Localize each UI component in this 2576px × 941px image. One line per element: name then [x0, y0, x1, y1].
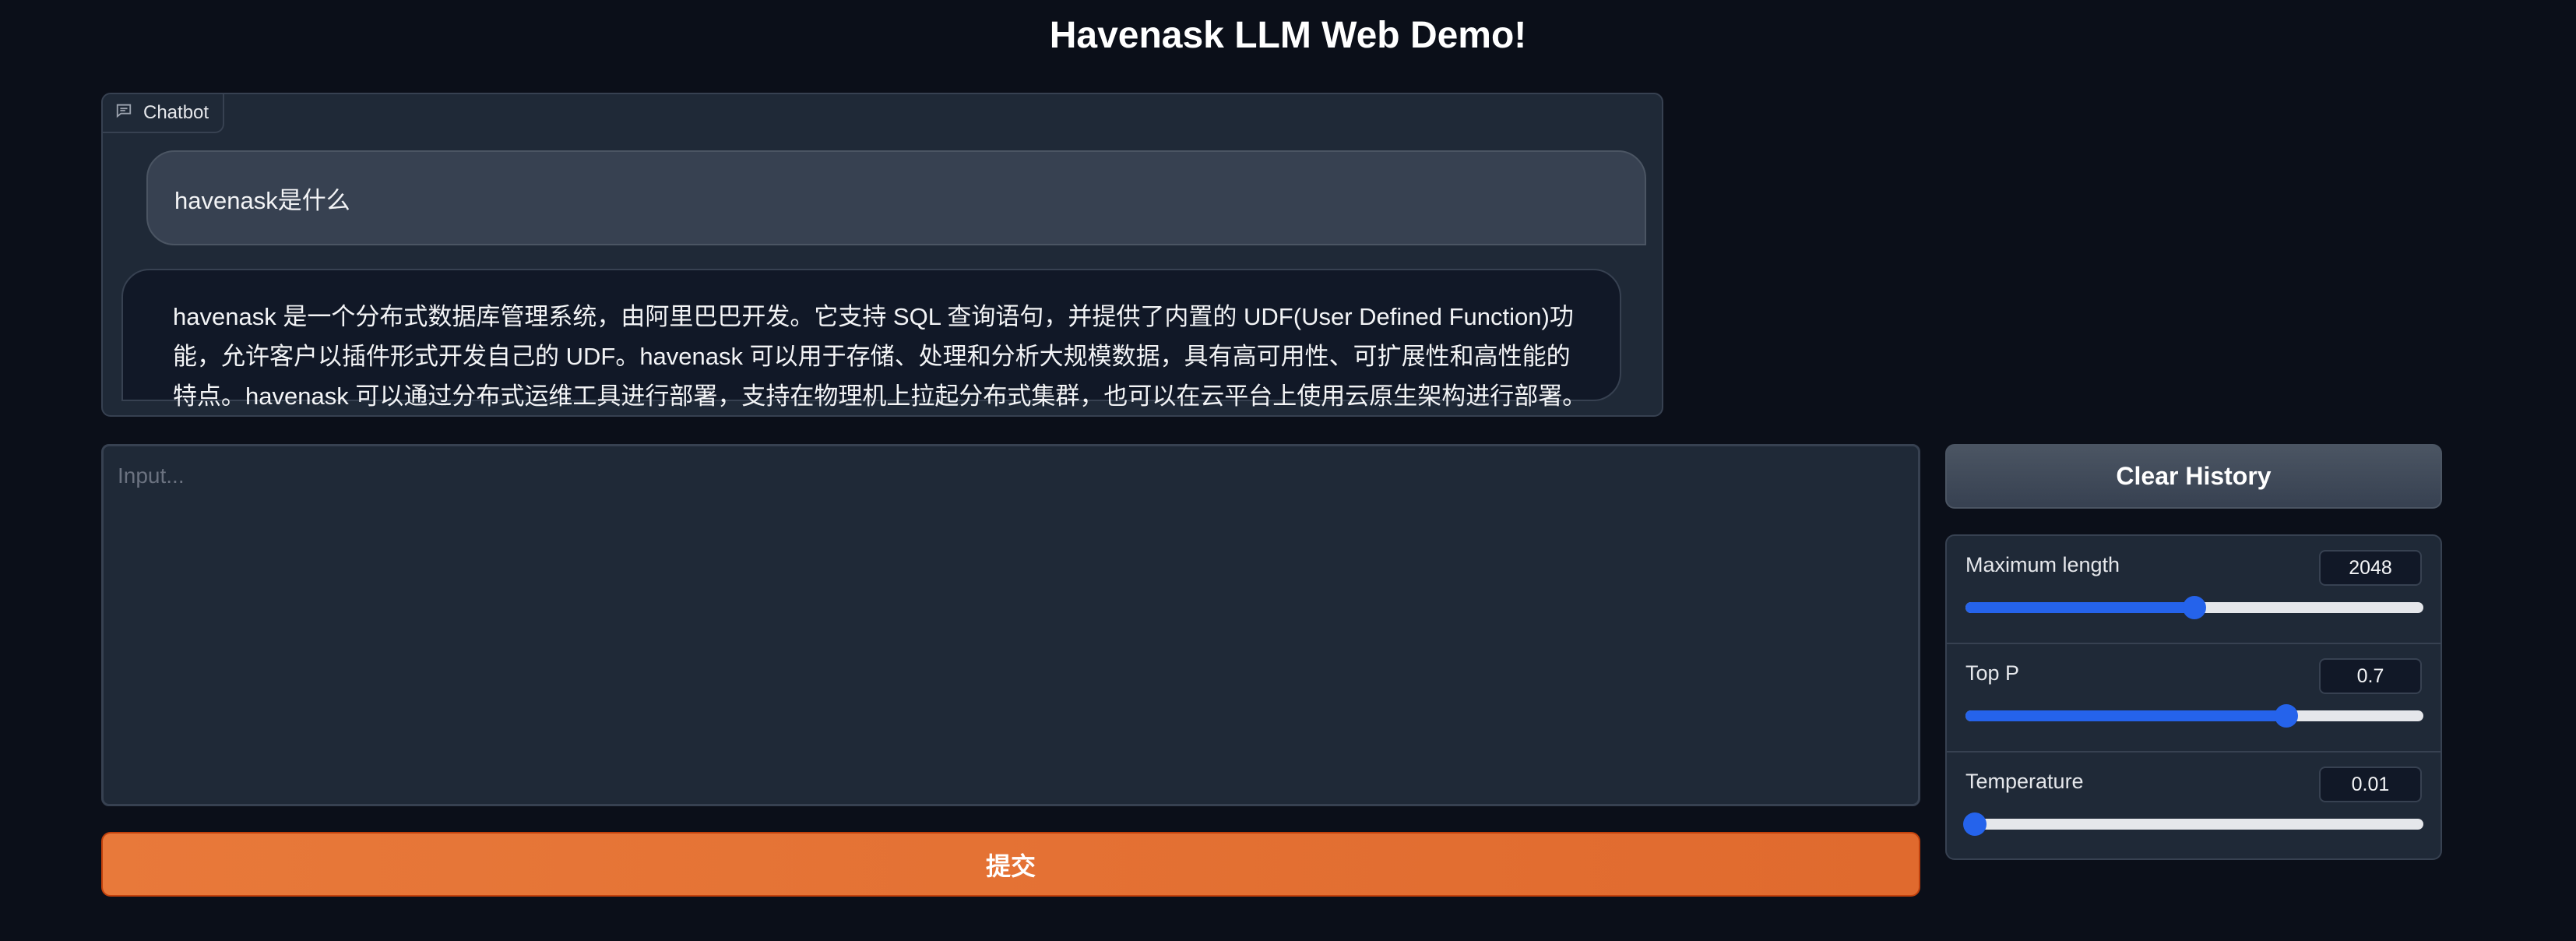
slider-thumb[interactable]	[1962, 812, 1987, 836]
bot-message: havenask 是一个分布式数据库管理系统，由阿里巴巴开发。它支持 SQL 查…	[121, 269, 1621, 410]
chatbot-label: Chatbot	[103, 94, 225, 133]
top-p-value[interactable]: 0.7	[2319, 658, 2422, 694]
clear-history-button[interactable]: Clear History	[1945, 444, 2442, 509]
chat-bubble-icon	[115, 102, 132, 125]
temperature-label: Temperature	[1965, 770, 2084, 793]
user-message: havenask是什么	[146, 150, 1646, 245]
app-page: Havenask LLM Web Demo! Chatbot havenask是…	[0, 0, 2576, 941]
slider-thumb[interactable]	[2274, 704, 2298, 728]
max-length-slider[interactable]	[1965, 596, 2423, 619]
temperature-slider[interactable]	[1962, 812, 2423, 836]
submit-button[interactable]: 提交	[101, 832, 1920, 897]
top-p-label: Top P	[1965, 661, 2020, 685]
max-length-setting: Maximum length 2048	[1947, 536, 2441, 644]
slider-thumb[interactable]	[2183, 596, 2206, 619]
chatbot-panel: Chatbot havenask是什么 havenask 是一个分布式数据库管理…	[101, 93, 1663, 417]
top-p-slider[interactable]	[1965, 704, 2423, 728]
page-title: Havenask LLM Web Demo!	[1049, 15, 1527, 56]
top-p-setting: Top P 0.7	[1947, 644, 2441, 752]
generation-settings-panel: Maximum length 2048 Top P 0.7 Temperatur…	[1945, 534, 2442, 860]
temperature-value[interactable]: 0.01	[2319, 767, 2422, 802]
slider-fill	[1965, 602, 2194, 613]
max-length-value[interactable]: 2048	[2319, 550, 2422, 586]
temperature-setting: Temperature 0.01	[1947, 752, 2441, 858]
slider-fill	[1965, 710, 2286, 721]
chatbot-label-text: Chatbot	[143, 102, 209, 123]
max-length-label: Maximum length	[1965, 553, 2120, 576]
prompt-input[interactable]	[101, 444, 1920, 806]
